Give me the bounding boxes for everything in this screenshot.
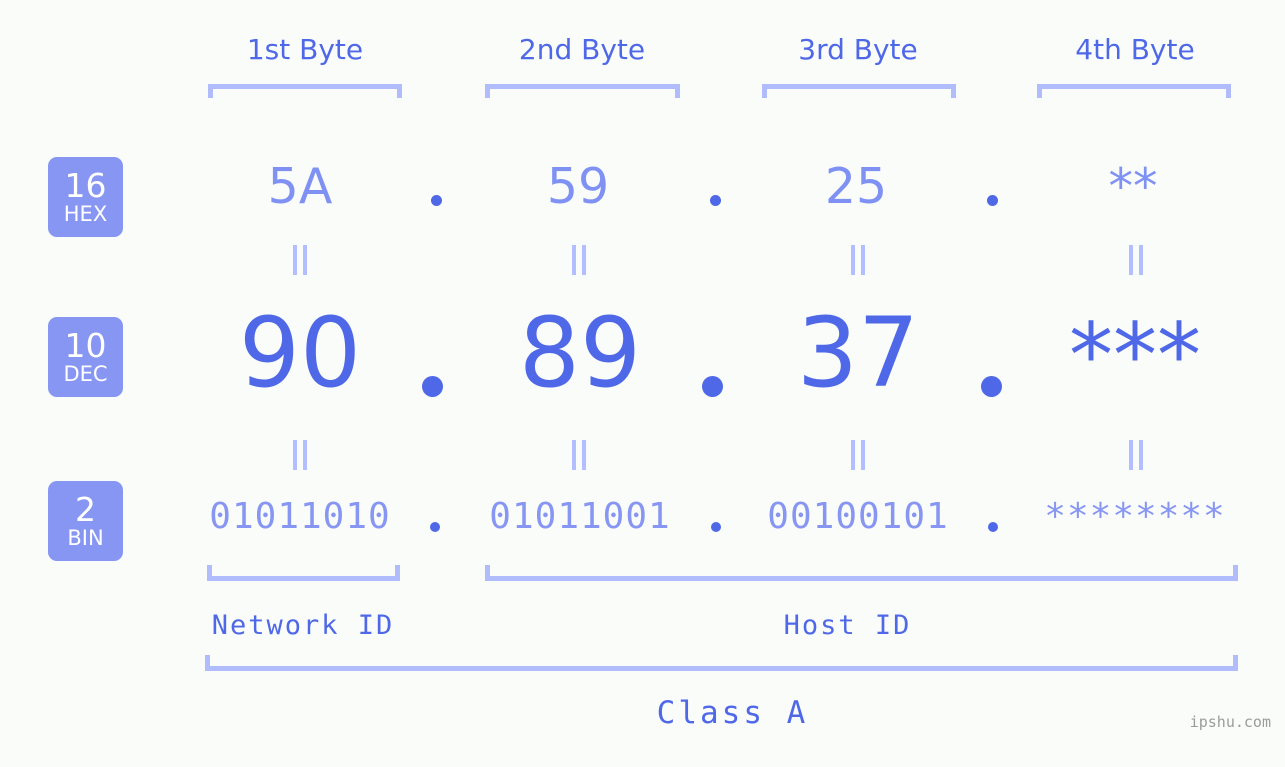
base-badge-bin-abbr: BIN — [67, 526, 104, 550]
ip-address-breakdown-diagram: 1st Byte 2nd Byte 3rd Byte 4th Byte 16 H… — [0, 0, 1285, 767]
byte-header-3: 3rd Byte — [798, 33, 918, 66]
hex-byte-3: 25 — [824, 158, 888, 215]
host-id-bracket — [485, 565, 1238, 581]
equality-mark-hex-dec-1 — [293, 245, 307, 275]
byte-bracket-top-2 — [485, 84, 680, 98]
base-badge-bin: 2 BIN — [48, 481, 123, 561]
dec-byte-4: *** — [1069, 304, 1201, 407]
bin-separator-dot-3 — [988, 522, 998, 532]
hex-byte-4: ** — [1108, 158, 1158, 215]
base-badge-dec: 10 DEC — [48, 317, 123, 397]
dec-separator-dot-2 — [702, 376, 723, 397]
dec-separator-dot-1 — [422, 376, 443, 397]
equality-mark-dec-bin-3 — [851, 440, 865, 470]
bin-byte-2: 01011001 — [489, 496, 671, 537]
equality-mark-hex-dec-3 — [851, 245, 865, 275]
base-badge-hex: 16 HEX — [48, 157, 123, 237]
byte-header-1: 1st Byte — [246, 33, 364, 66]
byte-header-4: 4th Byte — [1075, 33, 1195, 66]
bin-byte-3: 00100101 — [767, 496, 949, 537]
hex-byte-1: 5A — [267, 158, 333, 215]
dec-byte-1: 90 — [238, 297, 362, 409]
bin-separator-dot-1 — [430, 522, 440, 532]
base-badge-dec-abbr: DEC — [63, 362, 108, 386]
hex-separator-dot-2 — [710, 195, 721, 206]
class-bracket — [205, 655, 1238, 671]
dec-separator-dot-3 — [981, 376, 1002, 397]
dec-byte-2: 89 — [518, 297, 642, 409]
dec-byte-3: 37 — [796, 297, 920, 409]
bin-byte-4: ******** — [1044, 496, 1226, 537]
byte-bracket-top-4 — [1037, 84, 1231, 98]
network-id-label: Network ID — [211, 610, 395, 641]
base-badge-hex-abbr: HEX — [63, 202, 108, 226]
byte-bracket-top-1 — [208, 84, 402, 98]
bin-byte-1: 01011010 — [209, 496, 391, 537]
host-id-label: Host ID — [783, 610, 912, 641]
base-badge-bin-number: 2 — [75, 490, 96, 529]
base-badge-hex-number: 16 — [64, 166, 107, 205]
hex-byte-2: 59 — [546, 158, 610, 215]
bin-separator-dot-2 — [711, 522, 721, 532]
watermark: ipshu.com — [1189, 713, 1271, 731]
byte-bracket-top-3 — [762, 84, 956, 98]
equality-mark-dec-bin-2 — [572, 440, 586, 470]
hex-separator-dot-1 — [431, 195, 442, 206]
class-label: Class A — [656, 695, 809, 731]
byte-header-2: 2nd Byte — [518, 33, 646, 66]
base-badge-dec-number: 10 — [64, 326, 107, 365]
hex-separator-dot-3 — [987, 195, 998, 206]
equality-mark-hex-dec-4 — [1129, 245, 1143, 275]
network-id-bracket — [207, 565, 400, 581]
equality-mark-hex-dec-2 — [572, 245, 586, 275]
equality-mark-dec-bin-4 — [1129, 440, 1143, 470]
equality-mark-dec-bin-1 — [293, 440, 307, 470]
